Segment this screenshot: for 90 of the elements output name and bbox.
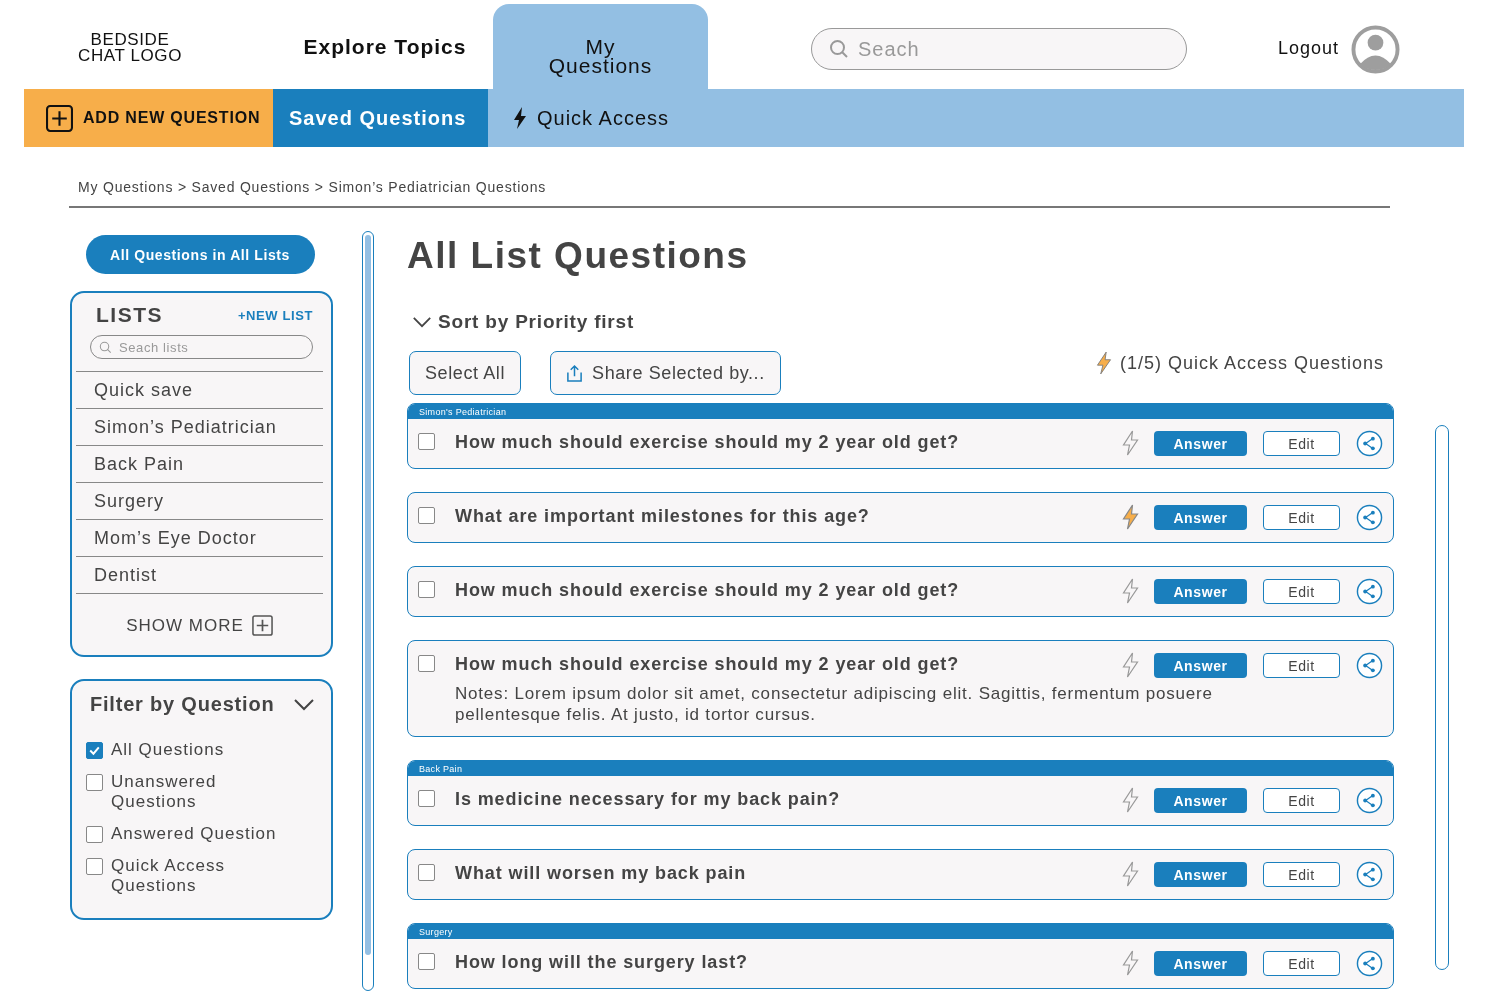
- share-selected-button[interactable]: Share Selected by...: [550, 351, 781, 395]
- share-icon[interactable]: [1356, 430, 1383, 457]
- bolt-icon[interactable]: [1122, 652, 1139, 678]
- chevron-icon[interactable]: [412, 315, 432, 329]
- edit-button[interactable]: Edit: [1263, 788, 1340, 813]
- checkbox[interactable]: [418, 507, 435, 524]
- list-item[interactable]: Surgery: [76, 482, 323, 519]
- list-item[interactable]: Mom’s Eye Doctor: [76, 519, 323, 556]
- share-icon[interactable]: [1356, 950, 1383, 977]
- question-text: How much should exercise should my 2 year old get?: [455, 653, 961, 675]
- plus-icon: [251, 615, 273, 636]
- breadcrumb: My Questions > Saved Questions > Simon’s Pediatrician Questions: [78, 179, 548, 195]
- list-search-field[interactable]: Seach lists: [90, 335, 313, 359]
- list-item[interactable]: Simon’s Pediatrician: [76, 408, 323, 445]
- checkbox[interactable]: [418, 581, 435, 598]
- checkbox[interactable]: [86, 742, 103, 759]
- page-title: All List Questions: [407, 235, 750, 277]
- quick-access-count: (1/5) Quick Access Questions: [1119, 352, 1384, 374]
- checkbox[interactable]: [418, 790, 435, 807]
- bolt-icon[interactable]: [1122, 950, 1139, 976]
- answer-button[interactable]: Answer: [1154, 505, 1247, 530]
- logo-text: BEDSIDE CHAT LOGO: [77, 31, 183, 64]
- share-icon[interactable]: [1356, 861, 1383, 888]
- edit-button[interactable]: Edit: [1263, 951, 1340, 976]
- list-tag: Simon's Pediatrician: [408, 404, 1393, 419]
- answer-button[interactable]: Answer: [1154, 579, 1247, 604]
- list-item[interactable]: Dentist: [76, 556, 323, 594]
- answer-button[interactable]: Answer: [1154, 431, 1247, 456]
- list-item[interactable]: Quick save: [76, 371, 323, 408]
- share-icon[interactable]: [1356, 787, 1383, 814]
- share-icon[interactable]: [1356, 504, 1383, 531]
- upload-icon: [566, 363, 584, 383]
- edit-button[interactable]: Edit: [1263, 505, 1340, 530]
- all-questions-button[interactable]: All Questions in All Lists: [85, 235, 315, 274]
- bolt-icon[interactable]: [1122, 787, 1139, 813]
- logout-link[interactable]: Logout: [1278, 38, 1340, 59]
- new-list-link[interactable]: +NEW LIST: [237, 307, 313, 323]
- share-icon[interactable]: [1356, 578, 1383, 605]
- bolt-icon[interactable]: [1122, 578, 1139, 604]
- show-more-button[interactable]: SHOW MORE: [120, 614, 279, 637]
- bolt-icon: [1095, 351, 1112, 375]
- list-tag: Back Pain: [408, 761, 1393, 776]
- share-icon[interactable]: [1356, 652, 1383, 679]
- add-question-button[interactable]: ADD NEW QUESTION: [24, 89, 273, 147]
- checkbox[interactable]: [418, 864, 435, 881]
- chevron-icon[interactable]: [293, 697, 315, 712]
- edit-button[interactable]: Edit: [1263, 862, 1340, 887]
- checkbox[interactable]: [86, 774, 103, 791]
- sub-tab[interactable]: Quick Access: [488, 89, 695, 147]
- plus-icon: [46, 104, 73, 132]
- question-text: How much should exercise should my 2 year old get?: [455, 579, 961, 601]
- bolt-icon[interactable]: [1122, 430, 1139, 456]
- checkbox[interactable]: [418, 953, 435, 970]
- question-text: What are important milestones for this age?: [455, 505, 871, 527]
- list-tag: Surgery: [408, 924, 1393, 939]
- answer-button[interactable]: Answer: [1154, 862, 1247, 887]
- answer-button[interactable]: Answer: [1154, 788, 1247, 813]
- filter-label: Unanswered Questions: [111, 772, 218, 812]
- sub-tab[interactable]: Saved Questions: [273, 89, 488, 147]
- question-text: Is medicine necessary for my back pain?: [455, 788, 842, 810]
- edit-button[interactable]: Edit: [1263, 431, 1340, 456]
- sort-label[interactable]: Sort by Priority first: [438, 311, 635, 333]
- answer-button[interactable]: Answer: [1154, 653, 1247, 678]
- bolt-icon[interactable]: [1122, 504, 1139, 530]
- bolt-icon: [513, 107, 527, 129]
- bolt-icon[interactable]: [1122, 861, 1139, 887]
- question-notes: Notes: Lorem ipsum dolor sit amet, consectetur adipiscing elit. Sagittis, fermentum posuere pellentesque felis. At justo, id tortor cursus.: [455, 683, 1214, 725]
- filter-label: All Questions: [111, 740, 226, 760]
- nav-tab[interactable]: My Questions: [493, 4, 708, 89]
- edit-button[interactable]: Edit: [1263, 579, 1340, 604]
- avatar-icon[interactable]: [1351, 25, 1400, 74]
- filter-label: Answered Question: [111, 824, 278, 844]
- select-all-button[interactable]: Select All: [409, 351, 522, 395]
- filter-label: Quick Access Questions: [111, 856, 227, 896]
- question-text: How much should exercise should my 2 year old get?: [455, 431, 961, 453]
- search-field[interactable]: Seach: [811, 28, 1187, 70]
- search-icon: [829, 39, 849, 59]
- search-icon: [99, 341, 112, 354]
- answer-button[interactable]: Answer: [1154, 951, 1247, 976]
- edit-button[interactable]: Edit: [1263, 653, 1340, 678]
- question-text: How long will the surgery last?: [455, 951, 749, 973]
- question-text: What will worsen my back pain: [455, 862, 748, 884]
- filter-title: Filter by Question: [90, 693, 275, 716]
- checkbox[interactable]: [86, 858, 103, 875]
- checkbox[interactable]: [86, 826, 103, 843]
- checkbox[interactable]: [418, 655, 435, 672]
- checkbox[interactable]: [418, 433, 435, 450]
- list-item[interactable]: Back Pain: [76, 445, 323, 482]
- nav-tab[interactable]: Explore Topics: [285, 4, 485, 89]
- lists-title: LISTS: [96, 303, 163, 327]
